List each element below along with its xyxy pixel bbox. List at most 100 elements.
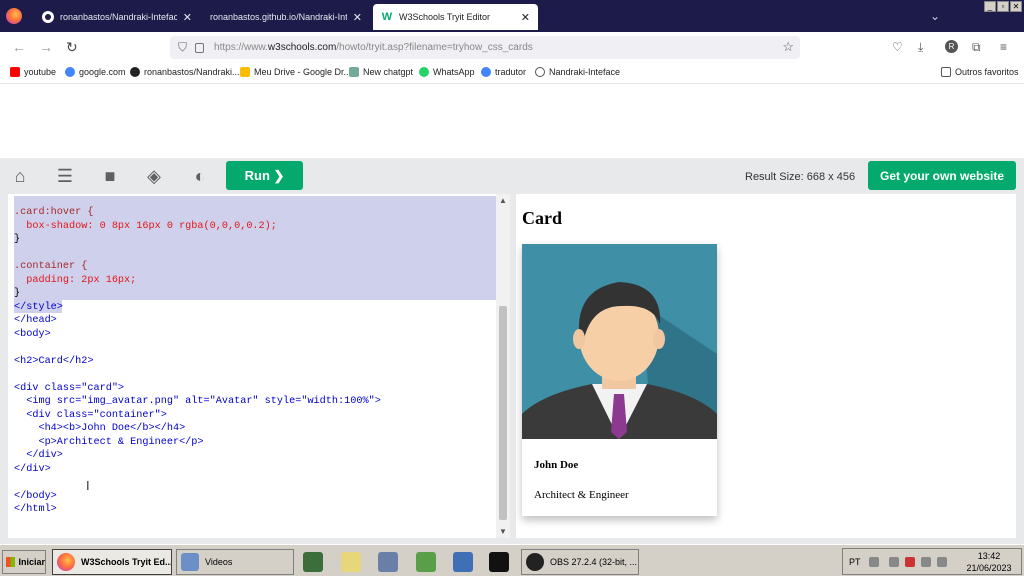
home-icon[interactable]: ⌂ (9, 166, 31, 186)
tab-w3schools[interactable]: W W3Schools Tryit Editor ✕ (373, 4, 538, 30)
bookmark-nandraki[interactable]: Nandraki-Inteface (535, 67, 620, 77)
card-role: Architect & Engineer (534, 489, 629, 501)
google-icon (481, 67, 491, 77)
python-icon[interactable] (453, 552, 473, 572)
bookmark-label: Nandraki-Inteface (549, 67, 621, 77)
address-bar[interactable]: ⛉ https://www.w3schools.com/howto/tryit.… (170, 36, 800, 59)
chevron-down-icon[interactable]: ⌄ (930, 9, 940, 23)
code-line[interactable]: } (14, 234, 20, 245)
profile-card: John Doe Architect & Engineer (522, 244, 717, 516)
maximize-icon[interactable]: ▫ (997, 1, 1009, 12)
bookmarks-bar: youtube google.com ronanbastos/Nandraki.… (0, 62, 1024, 84)
volume-icon[interactable] (937, 557, 947, 567)
code-line[interactable]: box-shadow: 0 8px 16px 0 rgba(0,0,0,0.2)… (14, 221, 277, 232)
lock-icon[interactable] (195, 42, 205, 53)
code-line[interactable]: </head> (14, 315, 57, 326)
notepad-icon[interactable] (416, 552, 436, 572)
code-line[interactable]: .card:hover { (14, 207, 93, 218)
theme-toggle-icon[interactable]: ◐ (189, 166, 211, 186)
tab-github-repo[interactable]: ronanbastos/Nandraki-Inteface: In ✕ (34, 4, 200, 30)
close-icon[interactable]: ✕ (353, 11, 362, 24)
code-line[interactable]: .container { (14, 261, 87, 272)
bookmark-whatsapp[interactable]: WhatsApp (419, 67, 475, 77)
run-button[interactable]: Run ❯ (226, 161, 303, 190)
code-line[interactable]: </div> (14, 464, 51, 475)
google-icon (65, 67, 75, 77)
taskbar-item-firefox[interactable]: W3Schools Tryit Ed... (52, 549, 172, 575)
code-line[interactable]: <body> (14, 329, 51, 340)
code-line[interactable]: padding: 2px 16px; (14, 275, 136, 286)
scroll-down-icon[interactable]: ▼ (499, 527, 507, 536)
bookmark-youtube[interactable]: youtube (10, 67, 56, 77)
back-arrow-icon[interactable]: ← (12, 39, 26, 55)
close-window-icon[interactable]: ✕ (1010, 1, 1022, 12)
network-icon[interactable] (921, 557, 931, 567)
pocket-icon[interactable]: ♡ (892, 40, 903, 54)
tab-github-pages[interactable]: ronanbastos.github.io/Nandraki-Intefa ✕ (202, 4, 370, 30)
forward-arrow-icon[interactable]: → (39, 39, 53, 55)
folder-icon[interactable] (341, 552, 361, 572)
extensions-icon[interactable]: ⧉ (972, 40, 981, 55)
page-header-blank (0, 84, 1024, 158)
code-line[interactable]: <h2>Card</h2> (14, 356, 93, 367)
google-drive-icon (240, 67, 250, 77)
scroll-up-icon[interactable]: ▲ (499, 196, 507, 205)
download-icon[interactable]: ⤓ (918, 40, 923, 55)
rotate-layout-icon[interactable]: ◈ (143, 166, 165, 186)
other-bookmarks-folder[interactable]: Outros favoritos (941, 67, 1019, 77)
app-icon[interactable] (303, 552, 323, 572)
code-line[interactable]: } (14, 288, 20, 299)
keyboard-icon[interactable] (869, 557, 879, 567)
code-editor[interactable]: .card:hover { box-shadow: 0 8px 16px 0 r… (8, 194, 510, 538)
get-your-own-website-button[interactable]: Get your own website (868, 161, 1016, 190)
profile-avatar[interactable]: R (945, 40, 958, 53)
code-line[interactable]: <img src="img_avatar.png" alt="Avatar" s… (14, 396, 381, 407)
result-size-label: Result Size: 668 x 456 (745, 171, 856, 183)
start-button[interactable]: Iniciar (2, 550, 46, 574)
language-indicator[interactable]: PT (849, 557, 861, 567)
close-icon[interactable]: ✕ (183, 11, 192, 24)
bookmark-drive[interactable]: Meu Drive - Google Dr... (240, 67, 351, 77)
menu-icon[interactable]: ≡ (1000, 40, 1007, 54)
code-line[interactable]: <h4><b>John Doe</b></h4> (14, 423, 185, 434)
security-icon[interactable] (905, 557, 915, 567)
code-line[interactable]: </style> (14, 302, 63, 313)
chevron-up-icon[interactable] (889, 557, 899, 567)
code-line[interactable]: </div> (14, 450, 63, 461)
close-icon[interactable]: ✕ (521, 11, 530, 24)
terminal-icon[interactable] (489, 552, 509, 572)
result-heading: Card (522, 208, 562, 228)
taskbar-item-videos[interactable]: Videos (176, 549, 294, 575)
bookmark-tradutor[interactable]: tradutor (481, 67, 526, 77)
bookmark-google[interactable]: google.com (65, 67, 126, 77)
github-icon (130, 67, 140, 77)
code-line[interactable]: </body> (14, 491, 57, 502)
code-line[interactable]: <p>Architect & Engineer</p> (14, 437, 203, 448)
shield-icon[interactable]: ⛉ (178, 40, 187, 55)
code-line[interactable]: <div class="container"> (14, 410, 167, 421)
bookmark-label: google.com (79, 67, 126, 77)
editor-scrollbar[interactable]: ▲ ▼ (496, 194, 510, 538)
bookmark-star-icon[interactable]: ☆ (782, 39, 794, 55)
taskbar-item-obs[interactable]: OBS 27.2.4 (32-bit, ... (521, 549, 639, 575)
clock-time[interactable]: 13:42 (961, 551, 1017, 561)
obs-icon (526, 553, 544, 571)
computer-icon[interactable] (378, 552, 398, 572)
code-line[interactable]: <div class="card"> (14, 383, 124, 394)
browser-tab-strip: ronanbastos/Nandraki-Inteface: In ✕ rona… (0, 0, 1024, 32)
firefox-logo-icon[interactable] (6, 8, 22, 24)
clock-date[interactable]: 21/06/2023 (961, 563, 1017, 573)
reload-icon[interactable]: ↻ (66, 39, 78, 56)
url-text[interactable]: https://www.w3schools.com/howto/tryit.as… (214, 42, 533, 53)
minimize-icon[interactable]: _ (984, 1, 996, 12)
taskbar-item-label: OBS 27.2.4 (32-bit, ... (550, 557, 638, 567)
scrollbar-thumb[interactable] (499, 306, 507, 520)
whatsapp-icon (419, 67, 429, 77)
code-text[interactable]: .card:hover { box-shadow: 0 8px 16px 0 r… (14, 206, 381, 517)
menu-icon[interactable]: ☰ (54, 166, 76, 186)
save-icon[interactable]: ■ (99, 166, 121, 186)
bookmark-chatgpt[interactable]: New chatgpt (349, 67, 413, 77)
tab-title: ronanbastos/Nandraki-Inteface: In (60, 12, 177, 22)
bookmark-github[interactable]: ronanbastos/Nandraki... (130, 67, 240, 77)
code-line[interactable]: </html> (14, 504, 57, 515)
